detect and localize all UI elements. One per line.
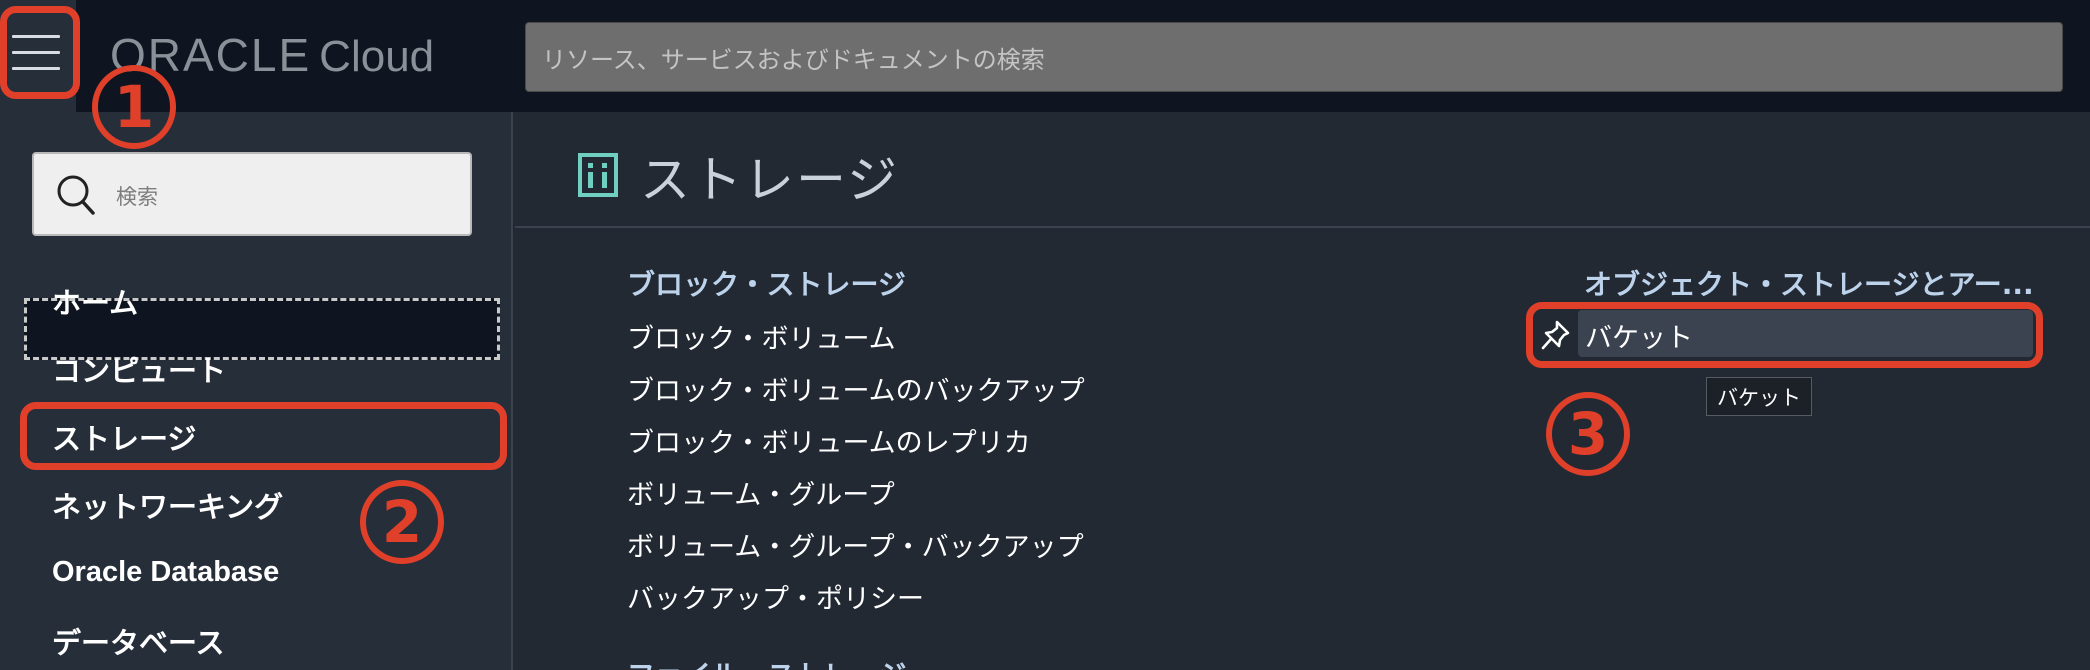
global-search-placeholder: リソース、サービスおよびドキュメントの検索 <box>542 45 1045 74</box>
global-search-input[interactable]: リソース、サービスおよびドキュメントの検索 <box>525 22 2063 92</box>
annotation-number-1: 1 <box>92 65 176 149</box>
link-block-volumes[interactable]: ブロック・ボリューム <box>627 317 896 356</box>
buckets-tooltip: バケット <box>1706 377 1812 416</box>
sidebar-search-placeholder: 検索 <box>116 185 158 209</box>
section-heading-file-storage: ファイル・ストレージ <box>627 654 906 670</box>
logo-cloud-text: Cloud <box>319 32 435 81</box>
link-backup-policies[interactable]: バックアップ・ポリシー <box>627 577 924 616</box>
section-heading-object-storage: オブジェクト・ストレージとアー... <box>1584 268 2034 301</box>
section-heading-block-storage: ブロック・ストレージ <box>627 268 906 301</box>
sidebar-search-input[interactable]: 検索 <box>32 152 472 236</box>
sidebar-item-oracle-database[interactable]: Oracle Database <box>52 556 279 589</box>
link-block-volume-replicas[interactable]: ブロック・ボリュームのレプリカ <box>627 421 1031 460</box>
storage-icon <box>578 153 618 197</box>
link-volume-group-backups[interactable]: ボリューム・グループ・バックアップ <box>627 525 1084 564</box>
sidebar-item-home[interactable]: ホーム <box>52 280 138 322</box>
sidebar-item-compute[interactable]: コンピュート <box>52 348 226 390</box>
annotation-box-buckets <box>1526 302 2043 368</box>
link-volume-groups[interactable]: ボリューム・グループ <box>627 473 895 512</box>
page-title: ストレージ <box>640 151 899 209</box>
search-icon <box>57 175 95 215</box>
annotation-box-storage <box>20 402 507 470</box>
sidebar-item-database[interactable]: データベース <box>52 620 225 662</box>
link-block-volume-backups[interactable]: ブロック・ボリュームのバックアップ <box>627 369 1085 408</box>
annotation-box-hamburger <box>0 6 80 99</box>
annotation-number-3: 3 <box>1546 392 1630 476</box>
sidebar-item-networking[interactable]: ネットワーキング <box>52 484 283 526</box>
annotation-number-2: 2 <box>360 480 444 564</box>
